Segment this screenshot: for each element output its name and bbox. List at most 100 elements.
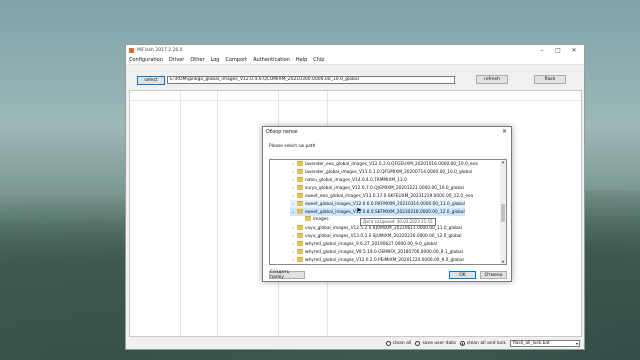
grid-header-line (130, 100, 581, 101)
option-clean-all[interactable]: clean all (385, 341, 412, 346)
folder-icon (297, 232, 303, 238)
radio-clean-all[interactable] (385, 341, 391, 346)
maximize-button[interactable]: □ (550, 45, 566, 55)
tree-item[interactable]: › whyred_global_images_V9.5.19.0.OEIMIFA_… (290, 248, 463, 256)
vertical-scrollbar[interactable]: ▲ ▼ (500, 160, 506, 264)
scrollbar-thumb[interactable] (501, 204, 505, 222)
chevron-right-icon[interactable]: › (290, 176, 296, 184)
folder-tree[interactable]: › lavender_eea_global_images_V12.0.2.0.QF… (269, 159, 507, 265)
close-icon[interactable]: ✕ (502, 128, 507, 135)
minimize-button[interactable]: – (534, 45, 550, 55)
chevron-right-icon[interactable]: › (290, 224, 296, 232)
refresh-button[interactable]: refresh (476, 75, 508, 84)
menu-comport[interactable]: Comport (222, 57, 250, 63)
chevron-right-icon[interactable]: › (290, 184, 296, 192)
browse-folder-dialog: Обзор папок ✕ Please select sw path › lav… (262, 126, 512, 282)
menu-chip[interactable]: Chip (310, 57, 327, 63)
new-folder-button[interactable]: Создать папку (269, 270, 305, 280)
folder-icon (297, 248, 303, 254)
menu-other[interactable]: Other (187, 57, 207, 63)
option-save-user-data[interactable]: save user data (415, 341, 456, 346)
folder-icon (297, 240, 303, 246)
tree-item-label: sweet_eea_global_images_V13.0.17.0.SKFEU… (305, 194, 474, 199)
select-button[interactable]: select (137, 76, 165, 85)
dialog-prompt: Please select sw path (269, 144, 316, 149)
folder-icon (297, 256, 303, 262)
tree-item[interactable]: › lavender_eea_global_images_V12.0.2.0.QF… (290, 160, 478, 168)
tree-item-label: lavender_eea_global_images_V12.0.2.0.QFG… (305, 162, 478, 167)
tree-item-label: surya_global_images_V12.0.7.0.QJGMIXM_20… (305, 186, 464, 191)
mouse-cursor-icon: ➤ (356, 206, 362, 214)
app-icon (129, 47, 134, 53)
chevron-down-icon[interactable]: ⌄ (290, 208, 296, 216)
tree-item[interactable]: › whyred_global_images_V12.0.2.0.PEIMIXM_… (290, 256, 464, 264)
chevron-down-icon[interactable]: ▾ (576, 341, 578, 346)
dialog-title: Обзор папок (266, 129, 298, 135)
tree-item-selected[interactable]: ⌄ sweet_global_images_V12.0.8.0.SKFMIXM_2… (290, 208, 465, 216)
cancel-button[interactable]: Отмена (480, 271, 507, 279)
option-label: clean all and lock (466, 341, 506, 346)
tree-item[interactable]: images (304, 215, 329, 224)
script-select[interactable]: flash_all_lock.bat ▾ (510, 340, 580, 347)
radio-save-user-data[interactable] (415, 341, 421, 346)
folder-icon (305, 215, 311, 221)
title-bar[interactable]: MiFlash 2017.2.26.0 – □ ✕ (126, 45, 584, 55)
folder-icon (297, 168, 303, 174)
tooltip: Дата создания: 30.03.2023 21:55 (360, 218, 436, 226)
option-clean-all-and-lock[interactable]: clean all and lock (459, 341, 506, 346)
chevron-right-icon[interactable]: › (290, 192, 296, 200)
menu-log[interactable]: Log (208, 57, 223, 63)
tree-item[interactable]: › sweet_eea_global_images_V13.0.17.0.SKFE… (290, 192, 473, 200)
tree-item-label: whyred_global_images_V12.0.2.0.PEIMIXM_2… (305, 258, 464, 263)
tree-item-label: sweet_global_images_V12.0.6.0.RKFMIXM_20… (305, 202, 465, 207)
tree-item-label: vayu_global_images_V13.0.3.0.SJUMIXM_202… (305, 234, 462, 239)
rom-path-input[interactable]: E:\ROM\ginkgo_global_images_V12.0.4.0.QC… (167, 76, 455, 84)
chevron-right-icon[interactable]: › (290, 232, 296, 240)
tree-item-label: whyred_global_images_9.6.27_20190627.000… (305, 242, 438, 247)
close-button[interactable]: ✕ (566, 45, 582, 55)
tree-item-label: lavender_global_images_V11.0.1.0.QFGMIXM… (305, 170, 473, 175)
chevron-right-icon[interactable]: › (290, 256, 296, 264)
folder-icon (297, 184, 303, 190)
tree-item[interactable]: › vayu_global_images_V13.0.3.0.SJUMIXM_20… (290, 232, 462, 240)
tree-item[interactable]: › lavender_global_images_V11.0.1.0.QFGMIX… (290, 168, 472, 176)
window-title: MiFlash 2017.2.26.0 (137, 47, 183, 53)
tree-item[interactable]: › sweet_global_images_V12.0.6.0.RKFMIXM_2… (290, 200, 465, 208)
radio-clean-all-and-lock[interactable] (459, 341, 465, 346)
menu-authentication[interactable]: Authentication (250, 57, 293, 63)
scroll-up-icon[interactable]: ▲ (500, 160, 506, 164)
folder-icon (297, 160, 303, 166)
tree-item-label: vayu_global_images_V12.5.2.0.RJUMIXM_202… (305, 226, 462, 231)
grid-column-line (217, 91, 218, 336)
chevron-right-icon[interactable]: › (290, 160, 296, 168)
menu-help[interactable]: Help (293, 57, 310, 63)
chevron-right-icon[interactable]: › (290, 168, 296, 176)
folder-icon (297, 208, 303, 214)
chevron-right-icon[interactable]: › (290, 200, 296, 208)
scroll-down-icon[interactable]: ▼ (500, 260, 506, 264)
tree-item[interactable]: › whyred_global_images_9.6.27_20190627.00… (290, 240, 437, 248)
tree-item-label: sweet_global_images_V12.0.8.0.SKFMIXM_20… (305, 210, 465, 215)
chevron-right-icon[interactable]: › (290, 248, 296, 256)
folder-icon (297, 224, 303, 230)
folder-icon (297, 176, 303, 182)
ok-button[interactable]: OK (449, 271, 476, 279)
folder-icon (297, 200, 303, 206)
tree-item[interactable]: › natsu_global_images_V14.0.4.0.TKMMIXM_1… (290, 176, 407, 184)
chevron-right-icon[interactable]: › (290, 240, 296, 248)
dialog-title-bar[interactable]: Обзор папок ✕ (263, 127, 511, 137)
status-bar: clean all save user data clean all and l… (126, 338, 584, 349)
script-value: flash_all_lock.bat (513, 341, 550, 346)
tree-item-label: natsu_global_images_V14.0.4.0.TKMMIXM_13… (305, 178, 407, 183)
option-label: save user data (422, 341, 456, 346)
menu-driver[interactable]: Driver (166, 57, 187, 63)
grid-column-line (180, 91, 181, 336)
folder-icon (297, 192, 303, 198)
flash-button[interactable]: flash (534, 75, 566, 84)
tree-item[interactable]: › surya_global_images_V12.0.7.0.QJGMIXM_2… (290, 184, 464, 192)
toolbar: select E:\ROM\ginkgo_global_images_V12.0… (126, 64, 584, 86)
tree-item-label: images (313, 217, 329, 222)
option-label: clean all (392, 341, 412, 346)
menu-configuration[interactable]: Configuration (126, 57, 166, 63)
tree-item-label: whyred_global_images_V9.5.19.0.OEIMIFA_2… (305, 250, 463, 255)
